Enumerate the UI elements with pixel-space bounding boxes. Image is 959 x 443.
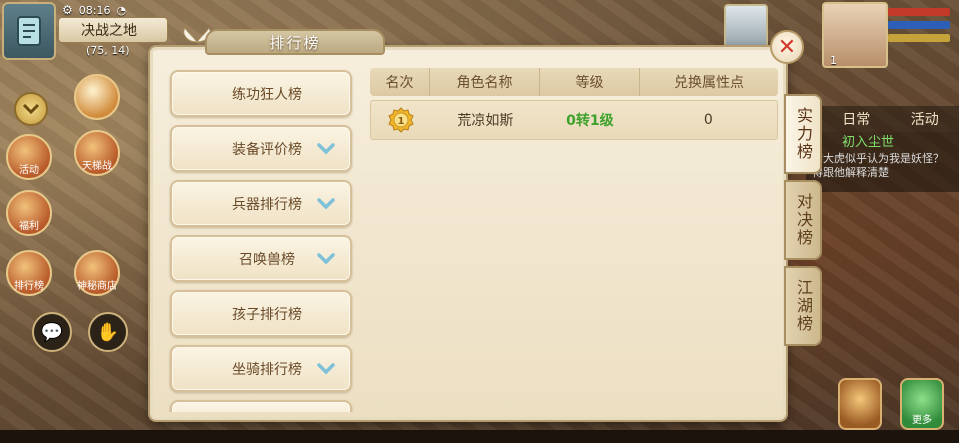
activity-side-button[interactable]: 活动: [6, 134, 52, 180]
player-level: 1: [830, 54, 837, 67]
voice-button[interactable]: ✋: [88, 312, 128, 352]
tab-jianghu-ranking[interactable]: 江湖榜: [784, 266, 822, 346]
tab-daily[interactable]: 日常: [822, 106, 891, 132]
location-name: 决战之地: [81, 23, 137, 39]
category-label: 召唤兽榜: [239, 251, 295, 268]
location-name-plate[interactable]: 决战之地: [58, 17, 168, 43]
name-cell: 荒凉如斯: [457, 113, 514, 129]
mp-bar: [888, 21, 950, 29]
exp-bar: [888, 34, 950, 42]
settings-icon[interactable]: ⚙: [62, 3, 73, 17]
tab-activity[interactable]: 活动: [890, 106, 959, 132]
category-list[interactable]: 练功狂人榜 装备评价榜 兵器排行榜 召唤兽榜 孩子排行榜 坐骑排行榜: [166, 66, 356, 412]
category-label: 兵器排行榜: [232, 196, 302, 213]
player-status-bars: [888, 8, 950, 47]
player-portrait[interactable]: 1: [822, 2, 888, 68]
header-level: 等级: [540, 68, 640, 96]
category-label: 装备评价榜: [232, 141, 302, 158]
bag-bottom-button[interactable]: [838, 378, 882, 430]
quest-tracker[interactable]: 初入尘世 胡大虎似乎认为我是妖怪？得跟他解释清楚: [806, 132, 959, 192]
more-bottom-button[interactable]: 更多: [900, 378, 944, 430]
category-label: 坐骑排行榜: [232, 361, 302, 378]
quest-title: 初入尘世: [842, 135, 895, 150]
tab-duel-ranking[interactable]: 对决榜: [784, 180, 822, 260]
wifi-icon: ◔: [116, 3, 127, 17]
scroll-map-icon: [17, 16, 41, 46]
points-cell: 0: [703, 112, 713, 128]
chevron-down-icon: [22, 103, 40, 115]
more-label: 更多: [912, 415, 932, 426]
status-row: ⚙ 08:16 ◔: [62, 2, 126, 18]
tab-strength-ranking[interactable]: 实力榜: [784, 94, 822, 174]
category-label: 孩子排行榜: [232, 306, 302, 323]
ranking-table: 名次 角色名称 等级 兑换属性点 1 荒凉如斯 0转1级 0: [370, 68, 778, 416]
chevron-down-icon: [317, 198, 335, 210]
ladder-side-button[interactable]: 天梯战: [74, 130, 120, 176]
category-equipment[interactable]: 装备评价榜: [170, 125, 352, 172]
chat-button[interactable]: 💬: [32, 312, 72, 352]
close-button[interactable]: ✕: [770, 30, 804, 64]
quest-text: 胡大虎似乎认为我是妖怪？得跟他解释清楚: [812, 152, 944, 179]
chevron-down-icon: [317, 143, 335, 155]
category-label: 练功狂人榜: [232, 86, 302, 103]
chevron-down-icon: [317, 363, 335, 375]
header-name: 角色名称: [430, 68, 540, 96]
map-button[interactable]: [2, 2, 56, 60]
chevron-down-icon: [317, 253, 335, 265]
bottom-status-bar: [0, 430, 959, 443]
category-summon-beast[interactable]: 召唤兽榜: [170, 235, 352, 282]
level-cell: 0转1级: [566, 113, 614, 129]
rank-number: 1: [397, 116, 404, 127]
header-points: 兑换属性点: [674, 75, 744, 91]
panel-title: 排行榜: [205, 29, 385, 55]
koi-event-button[interactable]: [74, 74, 120, 120]
category-mount[interactable]: 坐骑排行榜: [170, 345, 352, 392]
tab-label: 江湖榜: [794, 279, 813, 333]
hp-bar: [888, 8, 950, 16]
collapse-toggle-button[interactable]: [14, 92, 48, 126]
hand-icon: ✋: [96, 321, 120, 343]
tab-label: 实力榜: [794, 107, 813, 161]
close-icon: ✕: [777, 34, 797, 60]
category-more-partial[interactable]: [170, 400, 352, 412]
table-row[interactable]: 1 荒凉如斯 0转1级 0: [370, 100, 778, 140]
ranking-side-button[interactable]: 排行榜: [6, 250, 52, 296]
clock-text: 08:16: [78, 3, 111, 17]
table-header: 名次 角色名称 等级 兑换属性点: [370, 68, 778, 96]
category-weapon[interactable]: 兵器排行榜: [170, 180, 352, 227]
header-rank: 名次: [370, 68, 430, 96]
right-tab-strip: 日常 活动: [822, 106, 959, 132]
pet-portrait[interactable]: [724, 4, 768, 48]
tab-label: 对决榜: [794, 193, 813, 247]
rank-cell: 1: [371, 101, 431, 139]
category-children[interactable]: 孩子排行榜: [170, 290, 352, 337]
location-coords: (75, 14): [86, 44, 130, 57]
mystery-shop-side-button[interactable]: 神秘商店: [74, 250, 120, 296]
welfare-side-button[interactable]: 福利: [6, 190, 52, 236]
category-kungfu[interactable]: 练功狂人榜: [170, 70, 352, 117]
chat-bubble-icon: 💬: [40, 321, 64, 343]
gold-medal-icon: 1: [388, 107, 414, 133]
